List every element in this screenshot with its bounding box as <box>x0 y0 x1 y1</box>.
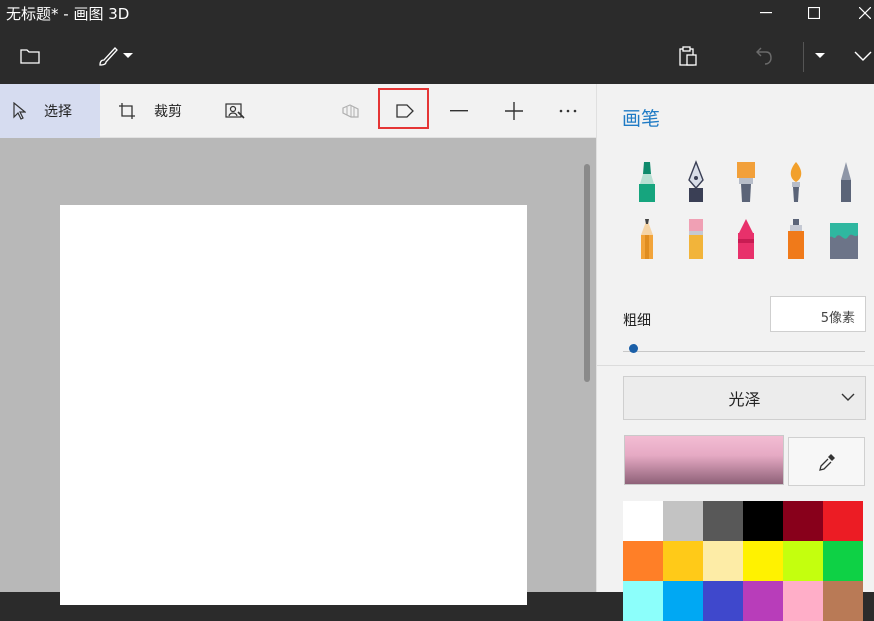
menu-bar <box>0 26 874 84</box>
color-swatch[interactable] <box>663 501 703 541</box>
thickness-input[interactable]: 5像素 <box>770 296 866 332</box>
oil-brush-icon <box>737 162 755 202</box>
color-swatch[interactable] <box>823 501 863 541</box>
marker-tool[interactable] <box>628 152 666 204</box>
magic-select-icon <box>225 103 245 119</box>
watercolor-tool[interactable] <box>777 152 815 204</box>
color-swatch[interactable] <box>703 501 743 541</box>
panel-title: 画笔 <box>622 108 661 130</box>
calligraphy-pen-icon <box>688 160 704 202</box>
minimize-button[interactable] <box>746 0 786 26</box>
color-swatch[interactable] <box>703 541 743 581</box>
expand-menu-button[interactable] <box>852 46 874 66</box>
minimize-icon <box>760 12 772 14</box>
highlight-box <box>378 88 429 129</box>
3d-view-button[interactable] <box>342 84 360 138</box>
close-icon <box>859 7 871 19</box>
marker-icon <box>639 162 655 202</box>
current-color-preview[interactable] <box>624 435 784 485</box>
eraser-icon <box>689 219 703 259</box>
select-tool-label: 选择 <box>44 104 72 120</box>
pencil-tool[interactable] <box>628 209 666 261</box>
color-swatch[interactable] <box>623 501 663 541</box>
window-title: 无标题* - 画图 3D <box>6 5 130 23</box>
chevron-down-icon <box>841 393 855 401</box>
close-button[interactable] <box>845 0 874 26</box>
color-swatch[interactable] <box>783 541 823 581</box>
vertical-scrollbar[interactable] <box>584 164 590 382</box>
title-bar: 无标题* - 画图 3D <box>0 0 874 26</box>
crayon-icon <box>738 219 754 259</box>
color-swatch[interactable] <box>623 541 663 581</box>
chevron-down-icon <box>854 51 872 61</box>
color-swatch[interactable] <box>783 581 823 621</box>
open-menu-button[interactable] <box>18 44 42 68</box>
maximize-icon <box>808 7 820 19</box>
pixel-pen-tool[interactable] <box>827 152 865 204</box>
panel-divider <box>597 365 874 366</box>
pixel-pen-icon <box>841 162 851 202</box>
eraser-tool[interactable] <box>677 209 715 261</box>
thickness-slider-track[interactable] <box>623 351 865 352</box>
pencil-icon <box>641 219 653 259</box>
thickness-slider-thumb[interactable] <box>628 344 638 353</box>
finish-dropdown[interactable]: 光泽 <box>623 376 866 420</box>
clipboard-icon <box>679 46 697 66</box>
paste-button[interactable] <box>676 44 700 68</box>
color-swatch[interactable] <box>703 581 743 621</box>
oil-brush-tool[interactable] <box>727 152 765 204</box>
color-swatch[interactable] <box>783 501 823 541</box>
color-swatch[interactable] <box>623 581 663 621</box>
undo-icon <box>756 47 772 65</box>
zoom-in-button[interactable] <box>505 84 523 138</box>
color-swatch[interactable] <box>823 581 863 621</box>
color-swatch[interactable] <box>663 541 703 581</box>
color-swatch[interactable] <box>823 541 863 581</box>
more-options-button[interactable] <box>559 84 577 138</box>
fill-bucket-tool[interactable] <box>825 209 863 261</box>
canvas-area <box>0 138 596 605</box>
thickness-label: 粗细 <box>623 313 651 329</box>
drawing-canvas[interactable] <box>60 205 527 605</box>
chevron-down-icon <box>123 53 133 58</box>
brushes-panel: 画笔 粗细 5像素 光泽 <box>596 84 874 621</box>
more-icon <box>559 109 577 113</box>
chevron-down-icon <box>815 53 825 58</box>
canvas-toolbar: 选择 裁剪 <box>0 84 596 138</box>
color-swatches <box>623 501 866 621</box>
minus-icon <box>450 110 468 112</box>
crayon-tool[interactable] <box>727 209 765 261</box>
magic-select-tool[interactable] <box>225 84 245 138</box>
spray-can-icon <box>788 219 804 259</box>
color-swatch[interactable] <box>743 541 783 581</box>
art-tools-button[interactable] <box>94 42 136 70</box>
plus-icon <box>505 102 523 120</box>
zoom-out-button[interactable] <box>450 84 468 138</box>
undo-button[interactable] <box>752 44 776 68</box>
fill-bucket-icon <box>830 223 858 259</box>
cursor-icon <box>13 102 26 120</box>
select-tool[interactable]: 选择 <box>0 84 100 138</box>
color-swatch[interactable] <box>663 581 703 621</box>
finish-dropdown-label: 光泽 <box>728 390 761 409</box>
history-dropdown-button[interactable] <box>810 46 830 66</box>
brush-icon <box>99 47 118 66</box>
color-swatch[interactable] <box>743 581 783 621</box>
calligraphy-pen-tool[interactable] <box>677 152 715 204</box>
3d-view-icon <box>342 104 359 118</box>
crop-icon <box>119 103 135 119</box>
eyedropper-icon <box>818 453 835 471</box>
watercolor-icon <box>790 162 802 202</box>
eyedropper-button[interactable] <box>788 437 865 486</box>
folder-icon <box>20 49 40 64</box>
spray-can-tool[interactable] <box>777 209 815 261</box>
crop-tool-label: 裁剪 <box>154 104 182 120</box>
crop-tool[interactable]: 裁剪 <box>118 84 182 138</box>
maximize-button[interactable] <box>794 0 834 26</box>
menu-divider <box>803 42 804 72</box>
color-swatch[interactable] <box>743 501 783 541</box>
